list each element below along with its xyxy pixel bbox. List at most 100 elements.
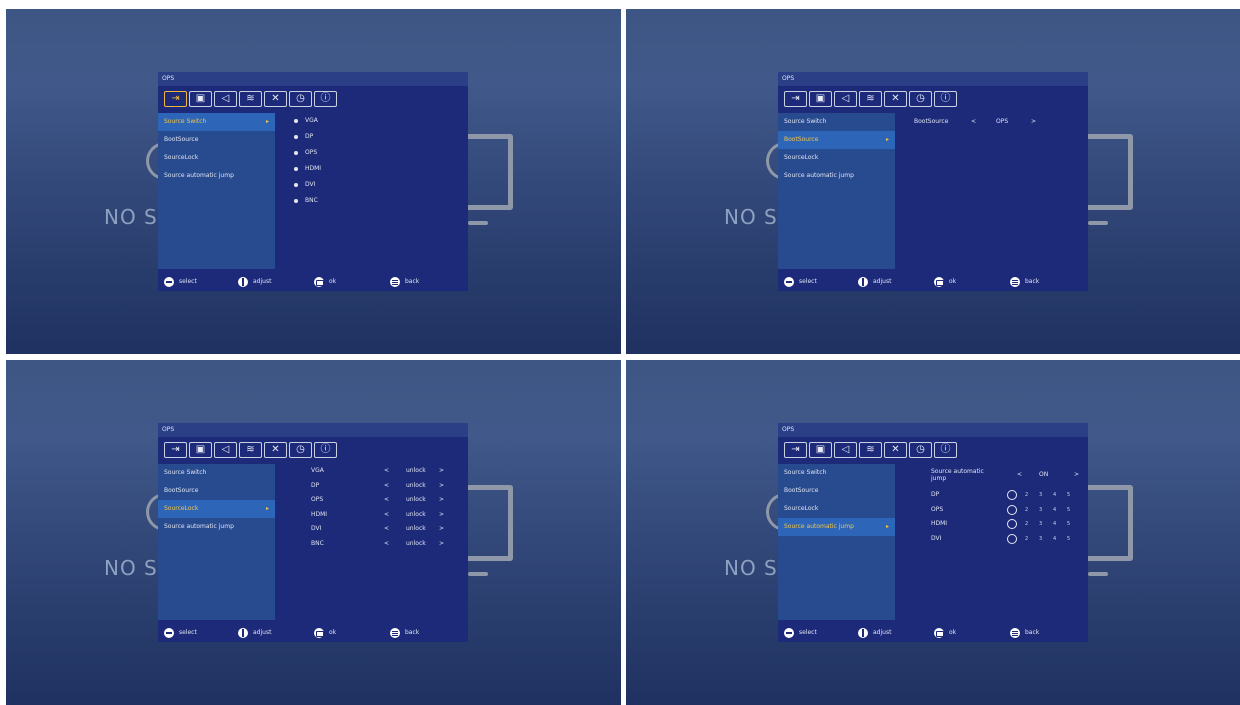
sound-icon: ◁ bbox=[221, 93, 230, 104]
tab-network[interactable]: ≋ bbox=[239, 442, 262, 458]
lock-prev-button[interactable]: < bbox=[384, 508, 389, 523]
lock-prev-button[interactable]: < bbox=[384, 537, 389, 552]
jump-row-dp: DP 2 3 4 5 bbox=[931, 490, 1071, 500]
footer-ok: ok bbox=[934, 625, 956, 641]
source-option-bnc[interactable]: BNC bbox=[281, 193, 463, 209]
menu-title: OPS bbox=[778, 423, 1088, 437]
auto-jump-toggle-row: Source automatic jump < ON > bbox=[901, 464, 1083, 488]
menu-item-source-automatic-jump[interactable]: Source automatic jump bbox=[158, 167, 275, 185]
menu-item-source-switch[interactable]: Source Switch bbox=[778, 113, 895, 131]
tab-info[interactable]: ⓘ bbox=[934, 91, 957, 107]
panel-bootsource: NO S OPS ⇥ ▣ ◁ ≋ ✕ ◷ ⓘ Source Switch Boo… bbox=[626, 9, 1240, 354]
bullet-icon bbox=[294, 151, 298, 155]
footer-select: select bbox=[164, 274, 197, 290]
tab-sound[interactable]: ◁ bbox=[214, 91, 237, 107]
tab-input-source[interactable]: ⇥ bbox=[784, 442, 807, 458]
priority-selector[interactable] bbox=[1007, 533, 1017, 544]
lock-next-button[interactable]: > bbox=[439, 464, 444, 479]
input-source-icon: ⇥ bbox=[791, 93, 800, 104]
lock-next-button[interactable]: > bbox=[439, 522, 444, 537]
tab-picture[interactable]: ▣ bbox=[809, 91, 832, 107]
lock-prev-button[interactable]: < bbox=[384, 479, 389, 494]
priority-selector[interactable] bbox=[1007, 519, 1017, 529]
priority-selector[interactable] bbox=[1007, 490, 1017, 500]
tab-network[interactable]: ≋ bbox=[859, 91, 882, 107]
auto-jump-prev-button[interactable]: < bbox=[1017, 471, 1022, 478]
menu-item-bootsource[interactable]: BootSource bbox=[158, 482, 275, 500]
menu-item-bootsource[interactable]: BootSource bbox=[778, 482, 895, 500]
tab-picture[interactable]: ▣ bbox=[189, 442, 212, 458]
footer-ok: ok bbox=[934, 274, 956, 290]
sourcelock-list: VGA < unlock > DP < unlock > OPS < unlock > HDMI <… bbox=[281, 464, 463, 620]
lock-prev-button[interactable]: < bbox=[384, 522, 389, 537]
adjust-key-icon bbox=[238, 277, 248, 287]
panel-source-automatic-jump: NO S OPS ⇥ ▣ ◁ ≋ ✕ ◷ ⓘ Source Switch Boo… bbox=[626, 360, 1240, 705]
auto-jump-next-button[interactable]: > bbox=[1074, 471, 1079, 478]
source-option-vga[interactable]: VGA bbox=[281, 113, 463, 129]
source-option-dvi[interactable]: DVI bbox=[281, 177, 463, 193]
tab-network[interactable]: ≋ bbox=[859, 442, 882, 458]
lock-value: unlock bbox=[406, 496, 426, 503]
menu-item-bootsource[interactable]: BootSource ▸ bbox=[778, 131, 895, 149]
menu-item-bootsource[interactable]: BootSource bbox=[158, 131, 275, 149]
tab-time[interactable]: ◷ bbox=[909, 442, 932, 458]
tab-info[interactable]: ⓘ bbox=[314, 442, 337, 458]
lock-next-button[interactable]: > bbox=[439, 479, 444, 494]
tab-sound[interactable]: ◁ bbox=[214, 442, 237, 458]
priority-selector[interactable] bbox=[1007, 504, 1017, 515]
source-option-ops[interactable]: OPS bbox=[281, 145, 463, 161]
menu-item-sourcelock[interactable]: SourceLock ▸ bbox=[158, 500, 275, 518]
tab-network[interactable]: ≋ bbox=[239, 91, 262, 107]
menu-item-sourcelock[interactable]: SourceLock bbox=[778, 500, 895, 518]
tab-sound[interactable]: ◁ bbox=[834, 442, 857, 458]
lock-next-button[interactable]: > bbox=[439, 508, 444, 523]
tab-input-source[interactable]: ⇥ bbox=[164, 442, 187, 458]
lock-next-button[interactable]: > bbox=[439, 493, 444, 508]
menu-item-source-switch[interactable]: Source Switch bbox=[158, 464, 275, 482]
menu-tabs: ⇥ ▣ ◁ ≋ ✕ ◷ ⓘ bbox=[164, 442, 337, 458]
wifi-icon: ≋ bbox=[866, 444, 875, 455]
menu-item-source-automatic-jump[interactable]: Source automatic jump bbox=[158, 518, 275, 536]
monitor-icon bbox=[461, 134, 513, 210]
tab-info[interactable]: ⓘ bbox=[934, 442, 957, 458]
bootsource-next-button[interactable]: > bbox=[1031, 113, 1036, 131]
tab-picture[interactable]: ▣ bbox=[809, 442, 832, 458]
tab-tools[interactable]: ✕ bbox=[264, 91, 287, 107]
selected-arrow-icon: ▸ bbox=[885, 523, 889, 530]
bootsource-prev-button[interactable]: < bbox=[971, 113, 976, 131]
source-option-hdmi[interactable]: HDMI bbox=[281, 161, 463, 177]
menu-tabs: ⇥ ▣ ◁ ≋ ✕ ◷ ⓘ bbox=[164, 91, 337, 107]
lock-prev-button[interactable]: < bbox=[384, 493, 389, 508]
picture-icon: ▣ bbox=[195, 93, 206, 104]
tab-input-source[interactable]: ⇥ bbox=[784, 91, 807, 107]
lock-prev-button[interactable]: < bbox=[384, 464, 389, 479]
wifi-icon: ≋ bbox=[246, 93, 255, 104]
tab-picture[interactable]: ▣ bbox=[189, 91, 212, 107]
tab-sound[interactable]: ◁ bbox=[834, 91, 857, 107]
bullet-icon bbox=[294, 119, 298, 123]
footer-adjust: adjust bbox=[858, 625, 891, 641]
tab-info[interactable]: ⓘ bbox=[314, 91, 337, 107]
menu-item-source-switch[interactable]: Source Switch bbox=[778, 464, 895, 482]
bootsource-value: OPS bbox=[996, 118, 1009, 125]
tab-time[interactable]: ◷ bbox=[289, 442, 312, 458]
menu-item-source-automatic-jump[interactable]: Source automatic jump ▸ bbox=[778, 518, 895, 536]
lock-next-button[interactable]: > bbox=[439, 537, 444, 552]
menu-item-sourcelock[interactable]: SourceLock bbox=[778, 149, 895, 167]
auto-jump-value: ON bbox=[1039, 471, 1049, 478]
tab-tools[interactable]: ✕ bbox=[264, 442, 287, 458]
bullet-icon bbox=[294, 167, 298, 171]
tab-time[interactable]: ◷ bbox=[909, 91, 932, 107]
bootsource-settings: BootSource < OPS > bbox=[901, 113, 1083, 269]
tab-tools[interactable]: ✕ bbox=[884, 91, 907, 107]
tab-time[interactable]: ◷ bbox=[289, 91, 312, 107]
source-option-dp[interactable]: DP bbox=[281, 129, 463, 145]
sound-icon: ◁ bbox=[841, 444, 850, 455]
menu-item-sourcelock[interactable]: SourceLock bbox=[158, 149, 275, 167]
tab-input-source[interactable]: ⇥ bbox=[164, 91, 187, 107]
tab-tools[interactable]: ✕ bbox=[884, 442, 907, 458]
monitor-stand-icon bbox=[468, 572, 488, 576]
menu-item-source-automatic-jump[interactable]: Source automatic jump bbox=[778, 167, 895, 185]
monitor-stand-icon bbox=[468, 221, 488, 225]
menu-item-source-switch[interactable]: Source Switch ▸ bbox=[158, 113, 275, 131]
